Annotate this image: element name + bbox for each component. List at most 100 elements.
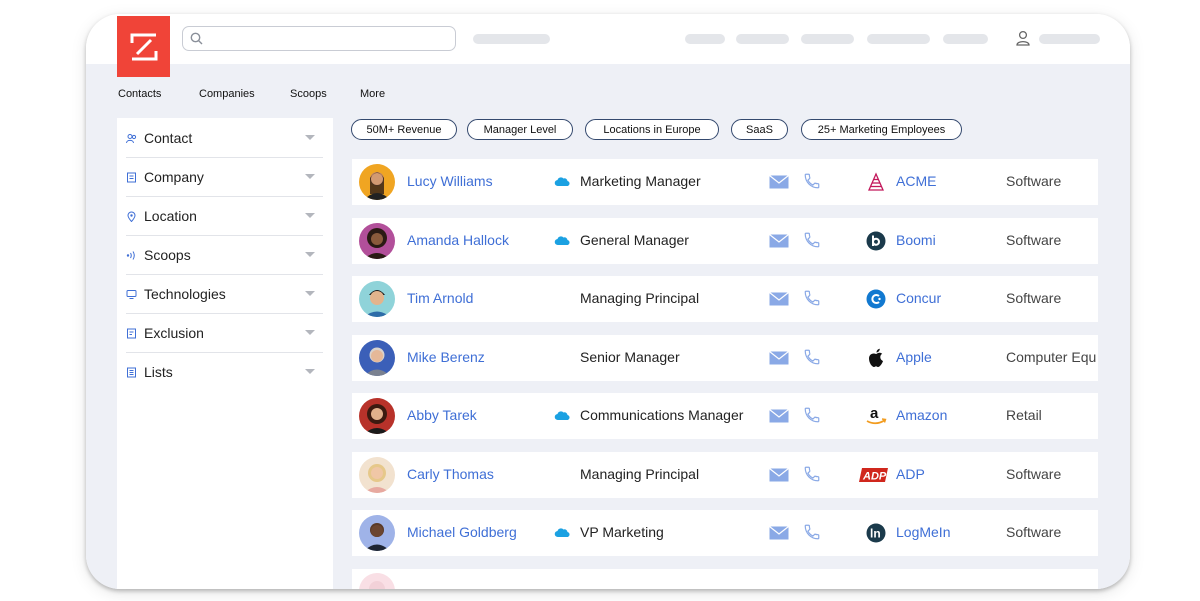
contact-name[interactable]: Mike Berenz [407, 349, 485, 365]
contact-name[interactable]: Carly Thomas [407, 466, 494, 482]
header-placeholder [801, 34, 854, 44]
scoops-signal-icon [126, 250, 135, 260]
email-icon[interactable] [769, 234, 789, 248]
job-title: Communications Manager [580, 407, 744, 423]
sidebar-item-scoops[interactable]: Scoops [126, 236, 323, 275]
contact-name[interactable]: Michael Goldberg [407, 524, 517, 540]
phone-icon[interactable] [803, 406, 821, 424]
job-title: Senior Manager [580, 349, 680, 365]
chevron-down-icon [305, 330, 315, 335]
sidebar-item-label: Exclusion [144, 325, 204, 341]
table-row[interactable]: Michael Goldberg VP Marketing ln LogMeIn… [352, 510, 1098, 556]
user-icon[interactable] [1016, 30, 1030, 46]
sidebar-item-label: Location [144, 208, 197, 224]
brand-mark-icon [130, 33, 157, 60]
filter-chip[interactable]: Manager Level [467, 119, 573, 140]
chevron-down-icon [305, 135, 315, 140]
company-name[interactable]: ACME [896, 173, 936, 189]
location-pin-icon [127, 211, 136, 222]
contact-name[interactable]: Lucy Williams [407, 173, 493, 189]
phone-icon[interactable] [803, 523, 821, 541]
sidebar-item-label: Lists [144, 364, 173, 380]
table-row[interactable]: Mike Berenz Senior Manager Apple Compute… [352, 335, 1098, 381]
sidebar-item-label: Company [144, 169, 204, 185]
header-placeholder [1039, 34, 1100, 44]
industry: Computer Equ [1006, 349, 1097, 365]
phone-icon[interactable] [803, 172, 821, 190]
sidebar-item-lists[interactable]: Lists [126, 353, 323, 391]
app-window: Contacts Companies Scoops More Contact C… [86, 14, 1130, 589]
nav-contacts[interactable]: Contacts [118, 88, 161, 100]
phone-icon[interactable] [803, 289, 821, 307]
job-title: Managing Principal [580, 290, 700, 306]
email-icon[interactable] [769, 526, 789, 540]
sidebar-item-label: Technologies [144, 286, 226, 302]
email-icon[interactable] [769, 351, 789, 365]
avatar [359, 340, 395, 376]
sidebar-item-contact[interactable]: Contact [126, 119, 323, 158]
salesforce-cloud-icon [554, 177, 570, 187]
nav-companies[interactable]: Companies [199, 88, 255, 100]
svg-text:ADP: ADP [862, 471, 887, 483]
industry: Software [1006, 524, 1062, 540]
svg-text:a: a [870, 406, 879, 422]
industry: Retail [1006, 407, 1042, 423]
filter-chip[interactable]: SaaS [731, 119, 788, 140]
adp-logo-icon: ADP [859, 464, 889, 486]
avatar [359, 515, 395, 551]
table-row[interactable]: Carly Thomas Managing Principal ADP ADP … [352, 452, 1098, 498]
boomi-logo-icon [865, 230, 887, 252]
avatar [359, 281, 395, 317]
sidebar-item-exclusion[interactable]: Exclusion [126, 314, 323, 353]
table-row[interactable]: Amanda Hallock General Manager Boomi Sof… [352, 218, 1098, 264]
contact-name[interactable]: Amanda Hallock [407, 232, 509, 248]
salesforce-cloud-icon [554, 236, 570, 246]
table-row[interactable]: Lucy Williams Marketing Manager ACME Sof… [352, 159, 1098, 205]
company-name[interactable]: Boomi [896, 232, 936, 248]
phone-icon[interactable] [803, 231, 821, 249]
avatar [359, 223, 395, 259]
search-icon [190, 32, 203, 45]
phone-icon[interactable] [803, 465, 821, 483]
company-name[interactable]: Amazon [896, 407, 947, 423]
filter-chip[interactable]: 25+ Marketing Employees [801, 119, 962, 140]
header-placeholder [943, 34, 988, 44]
table-row[interactable]: Tim Arnold Managing Principal Concur Sof… [352, 276, 1098, 322]
email-icon[interactable] [769, 468, 789, 482]
chevron-down-icon [305, 213, 315, 218]
sidebar-item-label: Contact [144, 130, 193, 146]
avatar [359, 398, 395, 434]
email-icon[interactable] [769, 409, 789, 423]
nav-scoops[interactable]: Scoops [290, 88, 327, 100]
industry: Software [1006, 290, 1062, 306]
chevron-down-icon [305, 174, 315, 179]
filter-chip[interactable]: 50M+ Revenue [351, 119, 457, 140]
company-name[interactable]: Concur [896, 290, 941, 306]
phone-icon[interactable] [803, 348, 821, 366]
header-placeholder [685, 34, 725, 44]
job-title: General Manager [580, 232, 689, 248]
chevron-down-icon [305, 369, 315, 374]
company-name[interactable]: ADP [896, 466, 925, 482]
filter-chip[interactable]: Locations in Europe [585, 119, 719, 140]
sidebar-item-company[interactable]: Company [126, 158, 323, 197]
acme-logo-icon [865, 171, 887, 193]
contact-name[interactable]: Abby Tarek [407, 407, 477, 423]
company-name[interactable]: LogMeIn [896, 524, 950, 540]
salesforce-cloud-icon [554, 528, 570, 538]
industry: Software [1006, 173, 1062, 189]
sidebar-item-technologies[interactable]: Technologies [126, 275, 323, 314]
email-icon[interactable] [769, 175, 789, 189]
email-icon[interactable] [769, 292, 789, 306]
company-icon [127, 172, 136, 182]
table-row[interactable]: Abby Tarek Communications Manager a Amaz… [352, 393, 1098, 439]
sidebar-item-location[interactable]: Location [126, 197, 323, 236]
search-input[interactable] [182, 26, 456, 51]
apple-logo-icon [865, 347, 887, 369]
nav-more[interactable]: More [360, 88, 385, 100]
contact-name[interactable]: Tim Arnold [407, 290, 473, 306]
concur-logo-icon [865, 288, 887, 310]
company-name[interactable]: Apple [896, 349, 932, 365]
amazon-logo-icon: a [865, 405, 887, 427]
zoominfo-logo[interactable] [117, 16, 170, 77]
